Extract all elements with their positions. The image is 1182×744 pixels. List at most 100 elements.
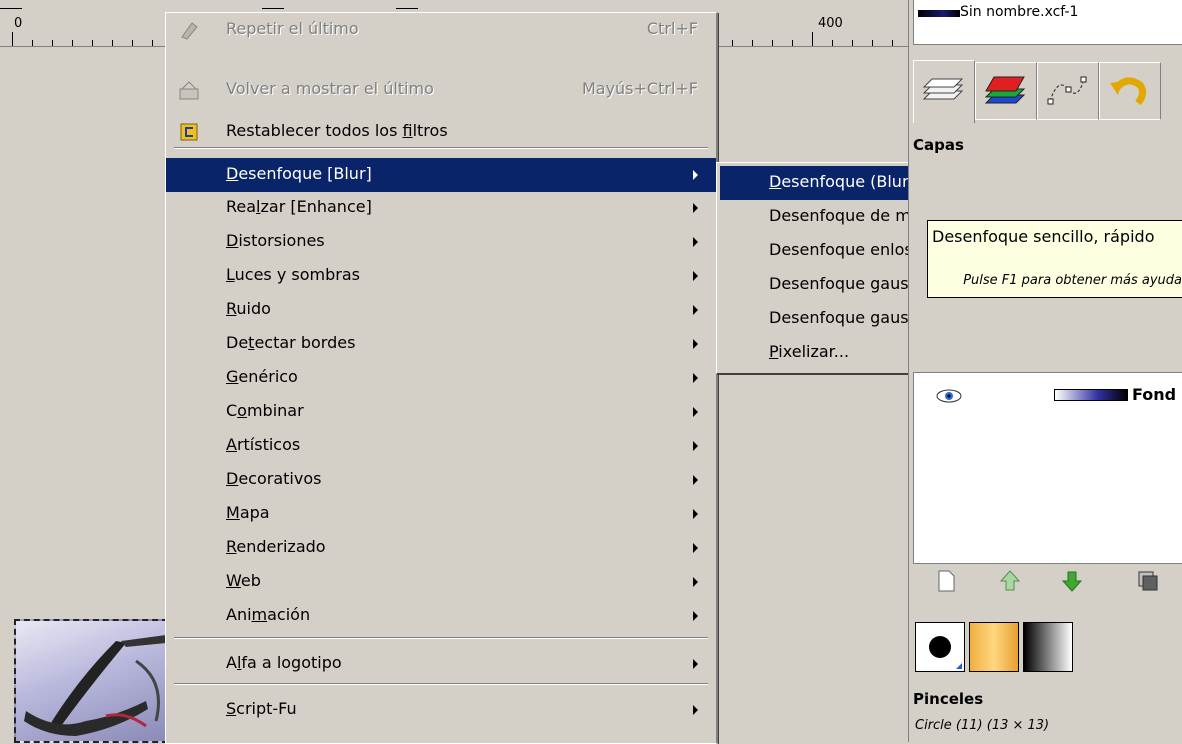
tooltip-text: Desenfoque sencillo, rápido [932,227,1155,246]
layer-buttons [913,566,1182,600]
menu-item-artisticos[interactable]: Artísticos [166,429,716,463]
submenu-arrow-icon [693,407,698,417]
menu-item-label: Web [226,571,261,590]
ruler-tick [72,40,73,46]
menu-item-renderizado[interactable]: Renderizado [166,531,716,565]
ruler-tick [752,40,753,46]
menu-item-volver-a-mostrar-el-ultimo: Volver a mostrar el último Mayús+Ctrl+F [166,73,716,107]
menu-item-label: Distorsiones [226,231,325,250]
menu-separator [174,683,708,685]
ruler-tick [52,40,53,46]
submenu-arrow-icon [693,203,698,213]
submenu-arrow-icon [693,509,698,519]
layer-thumbnail [1054,389,1128,401]
ruler-tick [92,40,93,46]
ruler-tick [792,40,793,46]
circle-brush-icon [929,636,962,669]
submenu-arrow-icon [693,373,698,383]
ruler-label-0: 0 [14,16,23,31]
menu-item-ruido[interactable]: Ruido [166,293,716,327]
submenu-arrow-icon [693,339,698,349]
gradient-preview[interactable] [1023,622,1073,672]
tab-layers[interactable] [913,60,975,123]
image-content-icon [24,635,166,736]
menu-item-combinar[interactable]: Combinar [166,395,716,429]
menu-item-animacion[interactable]: Animación [166,599,716,633]
tab-channels[interactable] [975,62,1037,120]
menu-item-label: Mapa [226,503,270,522]
layers-panel-title: Capas [913,136,964,154]
menu-item-desenfoque-blur[interactable]: Desenfoque [Blur] [166,158,716,192]
ruler-tick [132,40,133,46]
paths-icon [1047,76,1087,105]
menu-item-restablecer-todos-los-filtros[interactable]: Restablecer todos los filtros [166,115,716,149]
menubar-strip [0,0,908,12]
menu-item-shortcut: Mayús+Ctrl+F [581,79,698,98]
menu-item-label: Artísticos [226,435,301,454]
menu-item-generico[interactable]: Genérico [166,361,716,395]
ruler-tick [112,40,113,46]
repeat-icon [178,19,200,41]
reshow-icon [178,79,200,101]
new-layer-icon[interactable] [933,568,959,594]
layer-name[interactable]: Fond [1132,385,1176,404]
menu-item-label: Detectar bordes [226,333,356,352]
menu-item-web[interactable]: Web [166,565,716,599]
reset-filters-icon [178,121,200,143]
menu-item-realzar-enhance[interactable]: Realzar [Enhance] [166,191,716,225]
menu-item-distorsiones[interactable]: Distorsiones [166,225,716,259]
image-selector-label: Sin nombre.xcf-1 [960,4,1079,20]
menu-separator [174,637,708,639]
ruler-tick [772,40,773,46]
menu-item-detectar-bordes[interactable]: Detectar bordes [166,327,716,361]
submenu-item-label: Pixelizar... [769,342,850,361]
menu-item-label: Ruido [226,299,271,318]
menubar-fragment [0,0,22,9]
menu-item-label: Animación [226,605,311,624]
menu-item-label: Decorativos [226,469,322,488]
submenu-item-label: Desenfoque (Blur) [769,172,915,191]
menu-item-script-fu[interactable]: Script-Fu [166,693,716,727]
menu-item-label: Realzar [Enhance] [226,197,372,216]
menu-item-mapa[interactable]: Mapa [166,497,716,531]
menu-item-luces-y-sombras[interactable]: Luces y sombras [166,259,716,293]
dock-tabs [913,60,1182,124]
ruler-tick [152,40,153,46]
menu-item-repetir-el-ultimo: Repetir el último Ctrl+F [166,13,716,47]
submenu-arrow-icon [693,475,698,485]
menu-item-alfa-a-logotipo[interactable]: Alfa a logotipo [166,647,716,681]
submenu-arrow-icon [693,441,698,451]
ruler-tick [872,40,873,46]
layers-stack-icon [922,78,964,100]
brushes-panel-title: Pinceles [913,690,984,708]
tab-paths[interactable] [1037,62,1099,120]
submenu-arrow-icon [693,659,698,669]
menu-item-label: Renderizado [226,537,326,556]
submenu-arrow-icon [693,305,698,315]
image-selector[interactable]: Sin nombre.xcf-1 [913,0,1182,45]
menu-item-label: Volver a mostrar el último [226,79,434,98]
ruler-tick [892,40,893,46]
menu-item-decorativos[interactable]: Decorativos [166,463,716,497]
tooltip: Desenfoque sencillo, rápido Pulse F1 par… [927,220,1182,298]
menu-item-label: Alfa a logotipo [226,653,342,672]
submenu-arrow-icon [693,170,698,180]
visibility-eye-icon[interactable] [936,389,962,403]
lower-layer-icon[interactable] [1059,568,1085,594]
ruler-tick [852,40,853,46]
menu-item-label: Luces y sombras [226,265,360,284]
brush-preview[interactable] [915,622,965,672]
ruler-tick [12,32,13,46]
layers-list[interactable]: Fond [913,372,1182,564]
image-preview[interactable] [14,619,168,743]
tab-undo-history[interactable] [1099,62,1161,120]
menu-item-label: Repetir el último [226,19,359,38]
raise-layer-icon[interactable] [997,568,1023,594]
pattern-preview[interactable] [969,622,1019,672]
menu-separator [174,147,708,149]
ruler-label-400: 400 [818,16,843,31]
duplicate-layer-icon[interactable] [1135,568,1161,594]
menu-item-label: Genérico [226,367,298,386]
channels-icon [984,76,1026,104]
undo-history-icon [1110,77,1147,106]
